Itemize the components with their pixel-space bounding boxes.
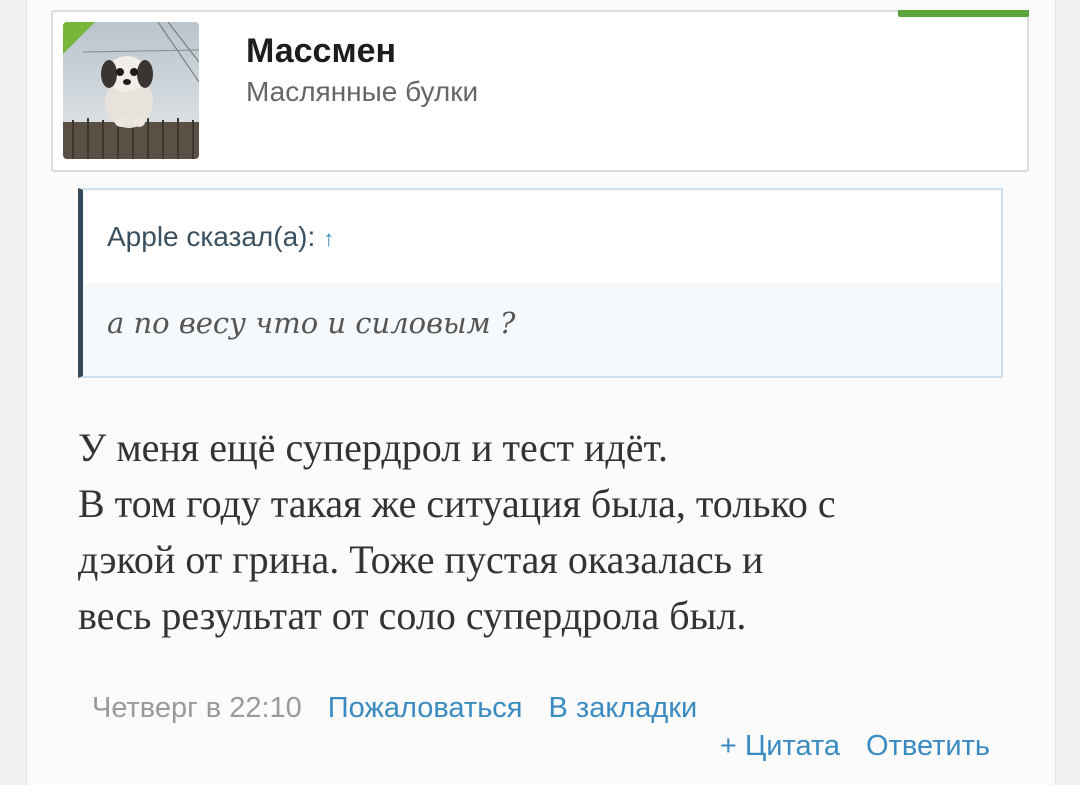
username-link[interactable]: Массмен — [246, 31, 396, 71]
quote-button[interactable]: + Цитата — [720, 730, 840, 762]
post-meta: Четверг в 22:10 Пожаловаться В закладки — [92, 690, 697, 726]
user-title: Маслянные булки — [246, 76, 479, 107]
message-line: У меня ещё супердрол и тест идёт. — [78, 425, 668, 470]
quote-author: Apple сказал(а): — [107, 221, 316, 252]
post-actions: + Цитата Ответить — [694, 728, 990, 764]
message-body: У меня ещё супердрол и тест идёт. В том … — [78, 420, 1038, 644]
quote-header: Apple сказал(а): ↑ — [83, 190, 1001, 284]
quote-jump-arrow-icon[interactable]: ↑ — [323, 226, 334, 251]
post-date[interactable]: Четверг в 22:10 — [92, 692, 302, 724]
report-link[interactable]: Пожаловаться — [328, 692, 523, 724]
quote-block: Apple сказал(а): ↑ а по весу что и силовы… — [78, 188, 1003, 378]
quote-text: а по весу что и силовым ? — [107, 306, 516, 340]
bookmark-link[interactable]: В закладки — [549, 692, 698, 724]
user-status-corner-icon — [63, 22, 95, 54]
message-line: весь результат от соло супердрола был. — [78, 593, 747, 638]
message-line: дэкой от грина. Тоже пустая оказалась и — [78, 537, 764, 582]
message-line: В том году такая же ситуация была, тольк… — [78, 481, 836, 526]
quote-body: а по весу что и силовым ? — [83, 283, 1001, 376]
quote-author-line: Apple сказал(а): ↑ — [107, 220, 334, 256]
reply-button[interactable]: Ответить — [866, 730, 990, 762]
user-card-accent-bar — [898, 10, 1029, 17]
